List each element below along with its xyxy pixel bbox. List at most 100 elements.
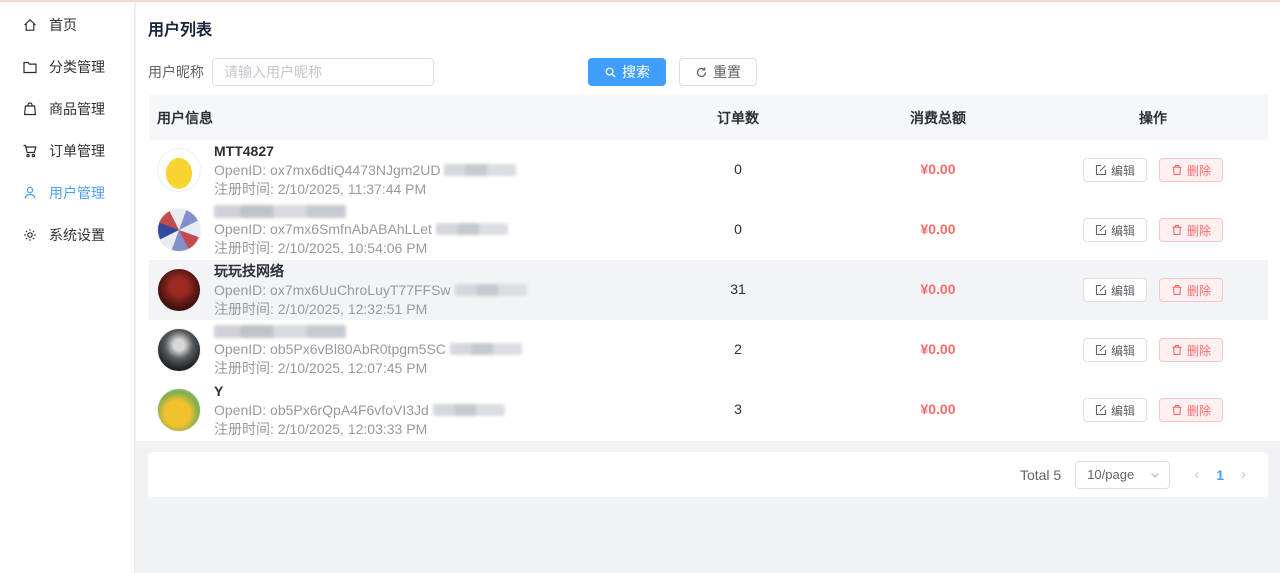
nickname-input[interactable] — [212, 58, 434, 86]
delete-button[interactable]: 删除 — [1159, 158, 1223, 182]
sidebar-item-label: 分类管理 — [49, 57, 105, 77]
col-total-amount: 消费总额 — [838, 108, 1038, 128]
sidebar-item-label: 首页 — [49, 15, 77, 35]
delete-button[interactable]: 删除 — [1159, 338, 1223, 362]
sidebar-item-categories[interactable]: 分类管理 — [0, 46, 134, 88]
users-table: 用户信息 订单数 消费总额 操作 MTT4827 OpenID: ox7mx6d… — [149, 95, 1268, 440]
redacted-openid-tail — [433, 404, 505, 416]
redacted-openid-tail — [450, 343, 522, 355]
user-register-time: 注册时间: 2/10/2025, 12:03:33 PM — [214, 421, 505, 437]
edit-icon — [1095, 404, 1107, 416]
page-title: 用户列表 — [148, 16, 212, 40]
user-register-time: 注册时间: 2/10/2025, 12:07:45 PM — [214, 360, 522, 376]
user-openid: OpenID: ob5Px6rQpA4F6vfoVI3Jd — [214, 402, 505, 418]
trash-icon — [1171, 404, 1183, 416]
sidebar-item-label: 商品管理 — [49, 99, 105, 119]
sidebar-item-home[interactable]: 首页 — [0, 4, 134, 46]
user-nickname: Y — [214, 383, 505, 399]
reset-button[interactable]: 重置 — [679, 58, 757, 86]
user-cell: 玩玩技网络 OpenID: ox7mx6UuChroLuyT77FFSw 注册时… — [149, 263, 638, 317]
trash-icon — [1171, 344, 1183, 356]
pagination-total: Total 5 — [1020, 467, 1061, 483]
user-openid: OpenID: ox7mx6SmfnAbABAhLLet — [214, 221, 508, 237]
trash-icon — [1171, 164, 1183, 176]
trash-icon — [1171, 224, 1183, 236]
edit-button[interactable]: 编辑 — [1083, 278, 1147, 302]
page-number-1[interactable]: 1 — [1207, 467, 1233, 483]
chevron-down-icon — [1149, 469, 1161, 481]
sidebar-item-settings[interactable]: 系统设置 — [0, 214, 134, 256]
redacted-openid-tail — [444, 164, 516, 176]
user-openid: OpenID: ox7mx6UuChroLuyT77FFSw — [214, 282, 527, 298]
page-size-value: 10/page — [1087, 467, 1134, 482]
user-openid: OpenID: ox7mx6dtiQ4473NJgm2UD — [214, 162, 516, 178]
order-count: 2 — [734, 341, 742, 357]
total-amount: ¥0.00 — [920, 281, 955, 297]
delete-button[interactable]: 删除 — [1159, 218, 1223, 242]
sidebar-item-label: 订单管理 — [49, 141, 105, 161]
total-amount: ¥0.00 — [920, 401, 955, 417]
delete-button[interactable]: 删除 — [1159, 278, 1223, 302]
shopping-bag-icon — [22, 101, 38, 117]
user-cell: OpenID: ox7mx6SmfnAbABAhLLet 注册时间: 2/10/… — [149, 205, 638, 256]
refresh-icon — [695, 66, 708, 79]
user-list-panel: 用户列表 用户昵称 搜索 重置 用户信息 订单数 消费总额 操作 — [136, 2, 1280, 441]
table-row: OpenID: ob5Px6vBl80AbR0tpgm5SC 注册时间: 2/1… — [149, 320, 1268, 380]
user-nickname: 玩玩技网络 — [214, 263, 527, 279]
trash-icon — [1171, 284, 1183, 296]
edit-icon — [1095, 164, 1107, 176]
sidebar-item-label: 用户管理 — [49, 183, 105, 203]
home-icon — [22, 17, 38, 33]
edit-button[interactable]: 编辑 — [1083, 398, 1147, 422]
sidebar-item-products[interactable]: 商品管理 — [0, 88, 134, 130]
sidebar-item-label: 系统设置 — [49, 225, 105, 245]
edit-icon — [1095, 224, 1107, 236]
reset-button-label: 重置 — [713, 62, 741, 82]
col-order-count: 订单数 — [638, 108, 838, 128]
total-amount: ¥0.00 — [920, 341, 955, 357]
delete-button[interactable]: 删除 — [1159, 398, 1223, 422]
nickname-label: 用户昵称 — [148, 62, 204, 82]
shopping-cart-icon — [22, 143, 38, 159]
sidebar-item-orders[interactable]: 订单管理 — [0, 130, 134, 172]
total-amount: ¥0.00 — [920, 221, 955, 237]
edit-icon — [1095, 284, 1107, 296]
prev-page-button[interactable]: ‹ — [1186, 461, 1207, 489]
yellow-rabbit-avatar — [157, 148, 201, 192]
folder-icon — [22, 59, 38, 75]
redacted-user-nickname — [214, 205, 346, 218]
table-row: OpenID: ox7mx6SmfnAbABAhLLet 注册时间: 2/10/… — [149, 200, 1268, 260]
sidebar-item-users[interactable]: 用户管理 — [0, 172, 134, 214]
order-count: 0 — [734, 221, 742, 237]
total-amount: ¥0.00 — [920, 161, 955, 177]
search-form: 用户昵称 搜索 重置 — [148, 58, 757, 86]
user-register-time: 注册时间: 2/10/2025, 10:54:06 PM — [214, 240, 508, 256]
col-user-info: 用户信息 — [149, 108, 638, 128]
pagination-bar: Total 5 10/page ‹ 1 › — [148, 452, 1268, 497]
next-page-button[interactable]: › — [1233, 461, 1254, 489]
order-count: 0 — [734, 161, 742, 177]
user-register-time: 注册时间: 2/10/2025, 12:32:51 PM — [214, 301, 527, 317]
edit-button[interactable]: 编辑 — [1083, 338, 1147, 362]
sidebar: 首页 分类管理 商品管理 订单管理 用户管理 系统设置 — [0, 2, 135, 573]
pixelated-mosaic-avatar — [157, 208, 201, 252]
order-count: 31 — [730, 281, 746, 297]
table-row: MTT4827 OpenID: ox7mx6dtiQ4473NJgm2UD 注册… — [149, 140, 1268, 200]
search-button-label: 搜索 — [622, 62, 650, 82]
edit-icon — [1095, 344, 1107, 356]
loading-progress-bar — [0, 0, 1280, 2]
user-icon — [22, 185, 38, 201]
page-size-select[interactable]: 10/page — [1075, 461, 1170, 489]
search-icon — [604, 66, 617, 79]
gear-icon — [22, 227, 38, 243]
black-white-figure-avatar — [157, 328, 201, 372]
user-cell: MTT4827 OpenID: ox7mx6dtiQ4473NJgm2UD 注册… — [149, 143, 638, 197]
edit-button[interactable]: 编辑 — [1083, 218, 1147, 242]
edit-button[interactable]: 编辑 — [1083, 158, 1147, 182]
dark-red-character-avatar — [157, 268, 201, 312]
redacted-openid-tail — [455, 284, 527, 296]
table-row: Y OpenID: ob5Px6rQpA4F6vfoVI3Jd 注册时间: 2/… — [149, 380, 1268, 440]
col-actions: 操作 — [1038, 108, 1268, 128]
cartoon-bear-avatar — [157, 388, 201, 432]
search-button[interactable]: 搜索 — [588, 58, 666, 86]
